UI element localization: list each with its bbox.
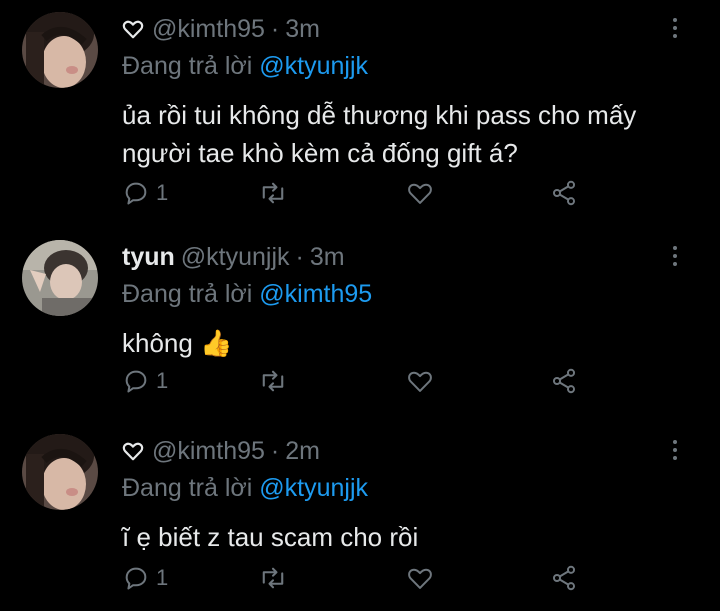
tweet-text: ĩ ẹ biết z tau scam cho rồi — [122, 522, 419, 552]
more-vertical-icon[interactable] — [668, 18, 682, 44]
replying-to-label: Đang trả lời — [122, 52, 253, 80]
share-button[interactable] — [550, 179, 578, 207]
replying-to-label: Đang trả lời — [122, 474, 253, 502]
replying-to: Đang trả lời @ktyunjjk — [122, 474, 368, 503]
retweet-button[interactable] — [258, 564, 288, 592]
share-icon — [550, 367, 578, 395]
reply-button[interactable]: 1 — [122, 179, 168, 207]
share-icon — [550, 179, 578, 207]
tweet[interactable]: tyun @ktyunjjk · 3m Đang trả lời @kimth9… — [0, 240, 720, 410]
like-button[interactable] — [406, 367, 434, 395]
timestamp[interactable]: 2m — [285, 437, 320, 466]
more-vertical-icon[interactable] — [668, 246, 682, 272]
reply-count: 1 — [156, 565, 169, 590]
retweet-icon — [258, 564, 288, 592]
tweet-text: không 👍 — [122, 328, 233, 358]
author-name[interactable]: tyun — [122, 243, 175, 272]
retweet-button[interactable] — [258, 367, 288, 395]
like-button[interactable] — [406, 564, 434, 592]
retweet-icon — [258, 179, 288, 207]
author-handle[interactable]: @ktyunjjk — [181, 243, 290, 272]
tweet-header: tyun @ktyunjjk · 3m — [122, 240, 345, 274]
timestamp[interactable]: 3m — [310, 243, 345, 272]
avatar[interactable] — [22, 12, 98, 88]
avatar[interactable] — [22, 434, 98, 510]
share-button[interactable] — [550, 367, 578, 395]
share-button[interactable] — [550, 564, 578, 592]
share-icon — [550, 564, 578, 592]
reply-count: 1 — [156, 180, 169, 205]
replying-to: Đang trả lời @ktyunjjk — [122, 52, 368, 81]
timestamp[interactable]: 3m — [285, 15, 320, 44]
heart-icon — [406, 179, 434, 207]
replying-to-handle[interactable]: @kimth95 — [259, 280, 372, 308]
separator: · — [270, 436, 280, 465]
heart-icon — [406, 564, 434, 592]
replying-to-handle[interactable]: @ktyunjjk — [259, 474, 368, 502]
heart-outline-icon — [122, 440, 144, 462]
tweet-header: @kimth95 · 3m — [122, 12, 320, 46]
tweet[interactable]: @kimth95 · 3m Đang trả lời @ktyunjjk ủa … — [0, 12, 720, 207]
retweet-button[interactable] — [258, 179, 288, 207]
tweet[interactable]: @kimth95 · 2m Đang trả lời @ktyunjjk ĩ ẹ… — [0, 434, 720, 604]
reply-count: 1 — [156, 368, 169, 393]
more-vertical-icon[interactable] — [668, 440, 682, 466]
reply-button[interactable]: 1 — [122, 564, 168, 592]
separator: · — [295, 242, 304, 271]
retweet-icon — [258, 367, 288, 395]
author-handle[interactable]: @kimth95 — [152, 15, 265, 44]
reply-bubble-icon — [122, 564, 150, 592]
tweet-header: @kimth95 · 2m — [122, 434, 320, 468]
reply-bubble-icon — [122, 179, 150, 207]
tweet-actions: 1 — [122, 367, 592, 401]
like-button[interactable] — [406, 179, 434, 207]
author-handle[interactable]: @kimth95 — [152, 437, 265, 466]
heart-icon — [406, 367, 434, 395]
replying-to-label: Đang trả lời — [122, 280, 253, 308]
tweet-actions: 1 — [122, 564, 592, 598]
tweet-actions: 1 — [122, 179, 592, 213]
reply-button[interactable]: 1 — [122, 367, 168, 395]
reply-bubble-icon — [122, 367, 150, 395]
heart-outline-icon — [122, 18, 144, 40]
avatar[interactable] — [22, 240, 98, 316]
replying-to: Đang trả lời @kimth95 — [122, 280, 372, 309]
tweet-text: ủa rồi tui không dễ thương khi pass cho … — [122, 100, 637, 168]
separator: · — [270, 14, 280, 43]
replying-to-handle[interactable]: @ktyunjjk — [259, 52, 368, 80]
